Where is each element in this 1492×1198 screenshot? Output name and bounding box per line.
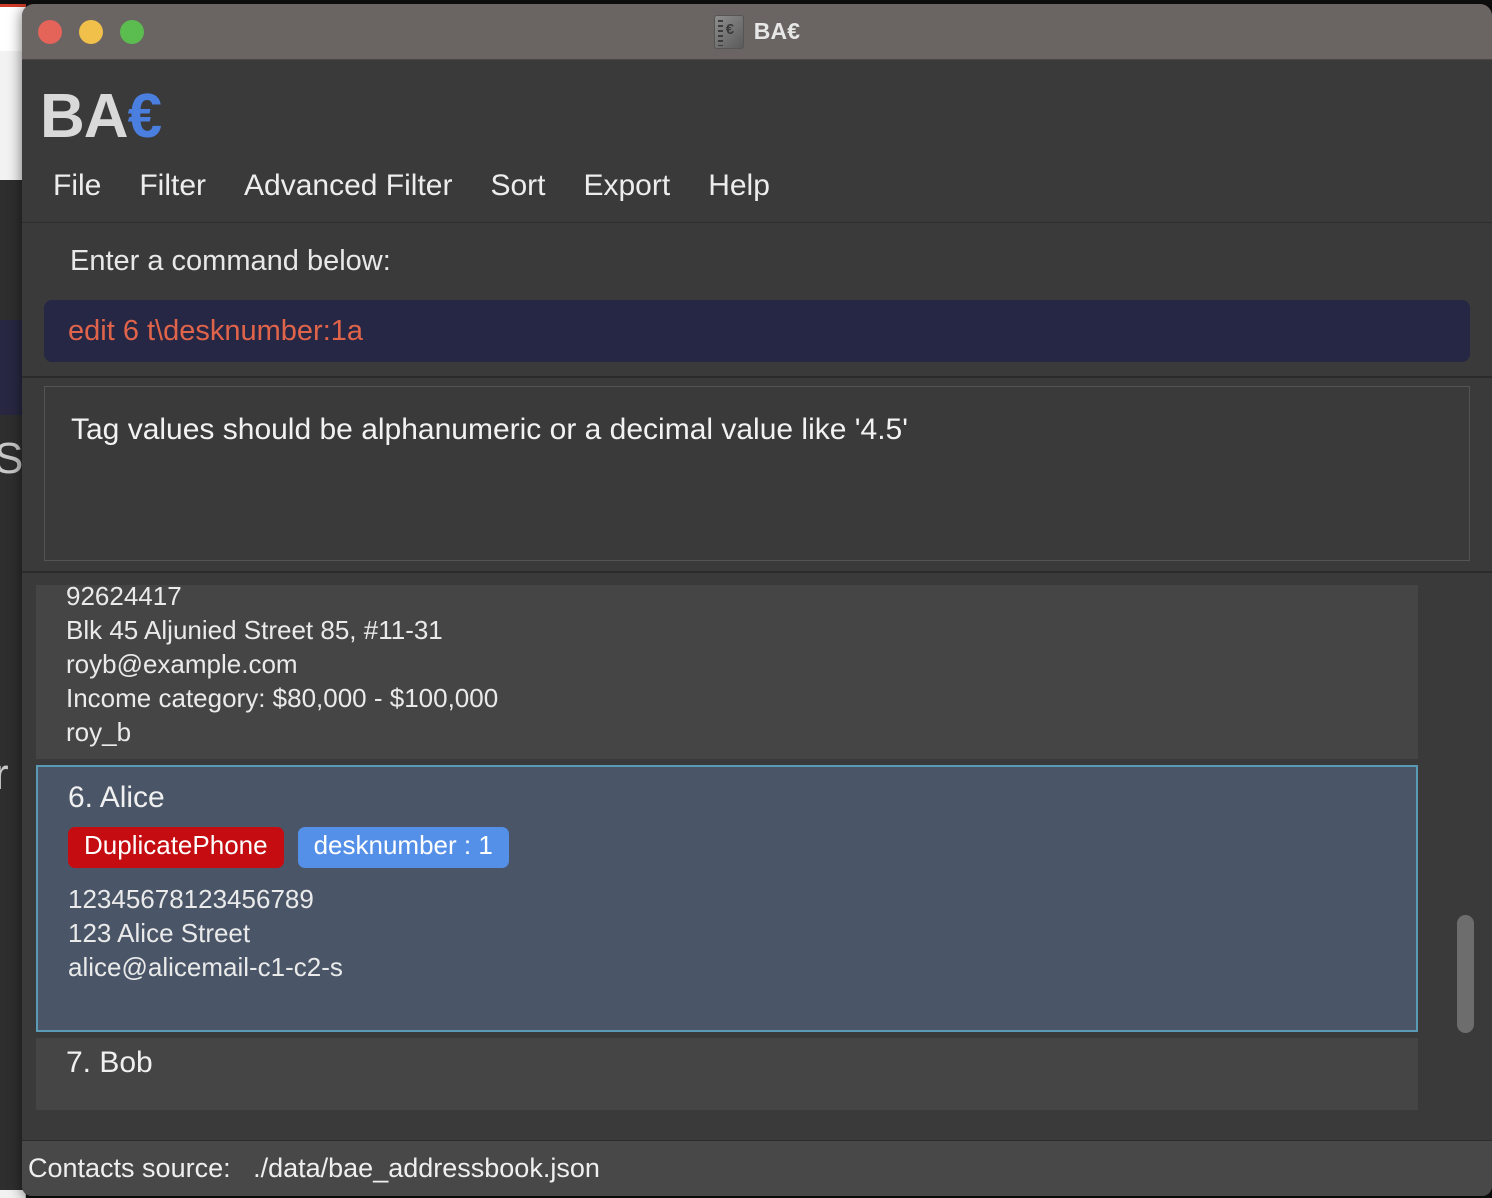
list-item[interactable]: 92624417 Blk 45 Aljunied Street 85, #11-… bbox=[36, 585, 1418, 759]
contact-email: alice@alicemail-c1-c2-s bbox=[68, 951, 343, 982]
menu-item-help[interactable]: Help bbox=[695, 166, 783, 206]
contact-name: 6. Alice bbox=[68, 781, 165, 814]
menu-bar: File Filter Advanced Filter Sort Export … bbox=[22, 156, 1492, 223]
contact-phone: 12345678123456789 bbox=[68, 883, 314, 914]
minimize-button-icon[interactable] bbox=[79, 19, 103, 44]
address-book-icon bbox=[713, 14, 744, 49]
contact-list-viewport[interactable]: 92624417 Blk 45 Aljunied Street 85, #11-… bbox=[36, 585, 1478, 1130]
menu-item-export[interactable]: Export bbox=[570, 166, 683, 206]
logo-bar: BA€ bbox=[22, 60, 1492, 156]
contact-address: Blk 45 Aljunied Street 85, #11-31 bbox=[66, 615, 443, 645]
scrollbar-thumb[interactable] bbox=[1457, 915, 1474, 1033]
contact-income: Income category: $80,000 - $100,000 bbox=[66, 683, 499, 713]
command-input-value: edit 6 t\desknumber:1a bbox=[68, 314, 364, 347]
contact-address: 123 Alice Street bbox=[68, 917, 251, 948]
contact-name: 7. Bob bbox=[66, 1046, 153, 1079]
contact-list: 92624417 Blk 45 Aljunied Street 85, #11-… bbox=[36, 585, 1418, 1110]
contact-phone: 92624417 bbox=[66, 585, 182, 611]
result-message: Tag values should be alphanumeric or a d… bbox=[71, 413, 908, 446]
list-item-selected[interactable]: 6. Alice DuplicatePhone desknumber : 1 1… bbox=[36, 765, 1418, 1032]
status-bar: Contacts source: ./data/bae_addressbook.… bbox=[22, 1140, 1492, 1196]
menu-item-advanced-filter[interactable]: Advanced Filter bbox=[231, 166, 465, 206]
background-text-fragment-two: r bbox=[0, 750, 9, 799]
close-button-icon[interactable] bbox=[38, 19, 62, 44]
logo-text-primary: BA bbox=[40, 82, 129, 151]
contact-tags: DuplicatePhone desknumber : 1 bbox=[68, 827, 1416, 868]
status-badge-desknumber[interactable]: desknumber : 1 bbox=[297, 827, 509, 868]
window-title: BA€ bbox=[753, 18, 801, 44]
result-region: Tag values should be alphanumeric or a d… bbox=[22, 378, 1492, 573]
window-titlebar[interactable]: BA€ bbox=[22, 4, 1492, 60]
menu-item-filter[interactable]: Filter bbox=[126, 166, 219, 206]
window-controls bbox=[38, 19, 144, 44]
command-input[interactable]: edit 6 t\desknumber:1a bbox=[44, 300, 1470, 362]
menu-item-sort[interactable]: Sort bbox=[477, 166, 558, 206]
contact-list-region: 92624417 Blk 45 Aljunied Street 85, #11-… bbox=[22, 573, 1492, 1140]
result-display: Tag values should be alphanumeric or a d… bbox=[44, 386, 1470, 561]
list-item[interactable]: 7. Bob bbox=[36, 1038, 1418, 1110]
contact-list-scrollbar[interactable] bbox=[1454, 585, 1476, 1130]
desktop: S r BA€ BA€ File Filter bbox=[0, 0, 1492, 1198]
main-window: BA€ BA€ File Filter Advanced Filter Sort… bbox=[22, 4, 1492, 1196]
command-region: Enter a command below: edit 6 t\desknumb… bbox=[22, 223, 1492, 378]
app-logo: BA€ bbox=[40, 86, 1492, 148]
contacts-source-status: Contacts source: ./data/bae_addressbook.… bbox=[28, 1153, 600, 1183]
maximize-button-icon[interactable] bbox=[120, 19, 144, 44]
background-text-fragment-one: S bbox=[0, 434, 24, 483]
menu-item-file[interactable]: File bbox=[40, 166, 114, 206]
contact-username: roy_b bbox=[66, 717, 132, 747]
command-label: Enter a command below: bbox=[70, 245, 391, 277]
contact-email: royb@example.com bbox=[66, 649, 298, 679]
app-body: BA€ File Filter Advanced Filter Sort Exp… bbox=[22, 60, 1492, 1196]
status-badge-duplicate-phone[interactable]: DuplicatePhone bbox=[68, 827, 284, 868]
window-title-group: BA€ bbox=[22, 14, 1492, 49]
euro-icon: € bbox=[127, 82, 162, 151]
